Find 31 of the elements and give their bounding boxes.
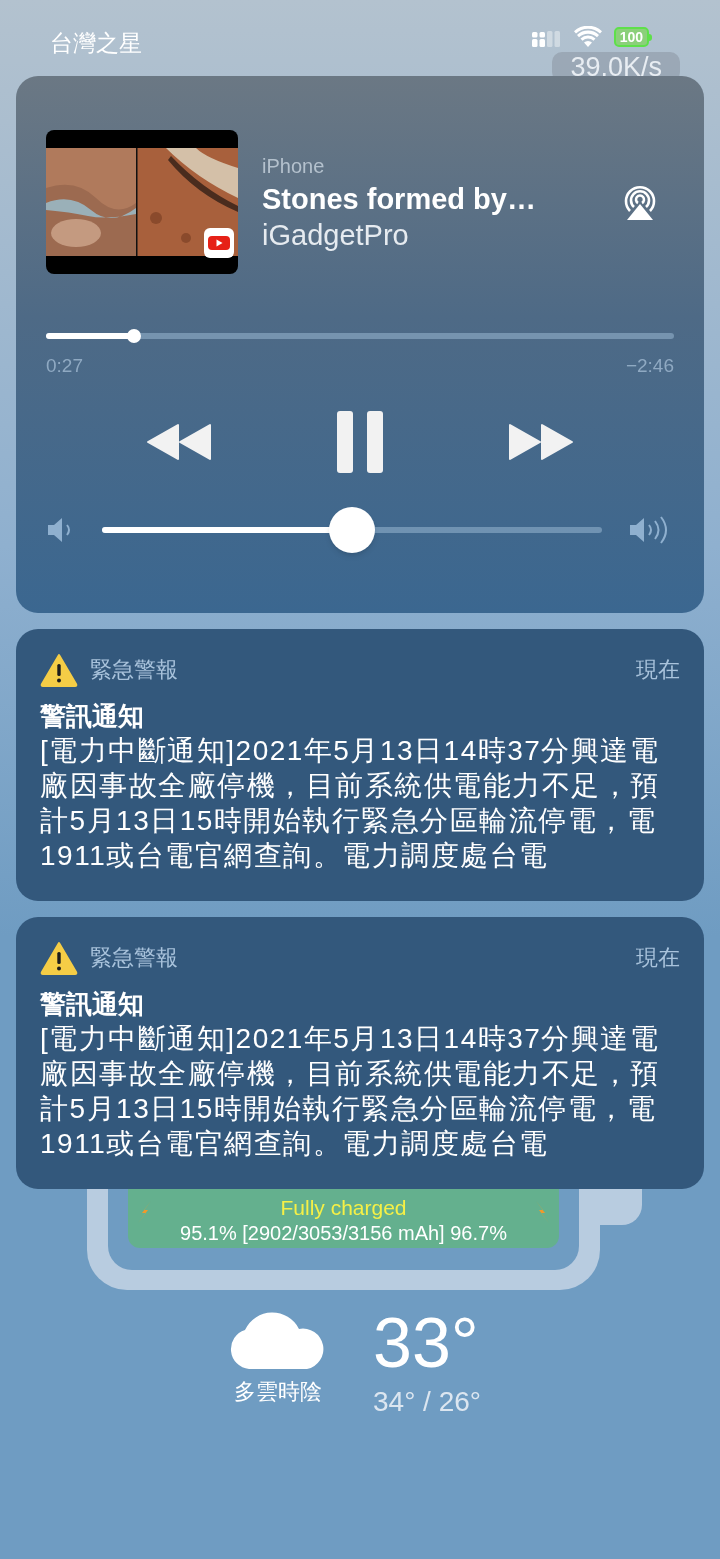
- rewind-icon[interactable]: [146, 422, 212, 461]
- notification-body: [電力中斷通知]2021年5月13日14時37分興達電 廠因事故全廠停機，目前系統供電能力不足，預 計5月13日15時開始執行緊急分區輪流停電，電 1911或台電官網查詢。電力調度處台電: [40, 733, 661, 873]
- notification-title: 警訊通知: [40, 699, 145, 733]
- app-name: 緊急警報: [90, 656, 178, 684]
- progress-thumb[interactable]: [126, 329, 141, 343]
- source-label: iPhone: [262, 154, 326, 179]
- track-title: Stones formed by…: [262, 182, 537, 217]
- app-name: 緊急警報: [90, 944, 178, 972]
- track-artist: iGadgetPro: [262, 218, 410, 253]
- volume-thumb[interactable]: [329, 506, 375, 553]
- elapsed-time: 0:27: [46, 354, 83, 378]
- temperature-range: 34° / 26°: [373, 1384, 481, 1419]
- remaining-time: −2:46: [625, 354, 674, 378]
- notification-body: [電力中斷通知]2021年5月13日14時37分興達電 廠因事故全廠停機，目前系統供電能力不足，預 計5月13日15時開始執行緊急分區輪流停電，電 1911或台電官網查詢。電力調度處台電: [40, 1021, 661, 1161]
- alert-notification[interactable]: 緊急警報 現在 警訊通知 [電力中斷通知]2021年5月13日14時37分興達電 廠因事故全廠停機，目前系統供電能力不足，預 計5月13日15時開始執行緊急分區輪流停電，電 1911或台電官網查詢。電力調度處台電: [16, 628, 704, 901]
- notification-time: 現在: [636, 944, 680, 972]
- notification-title: 警訊通知: [40, 987, 145, 1021]
- alert-notification[interactable]: 緊急警報 現在 警訊通知 [電力中斷通知]2021年5月13日14時37分興達電 廠因事故全廠停機，目前系統供電能力不足，預 計5月13日15時開始執行緊急分區輪流停電，電 1911或台電官網查詢。電力調度處台電: [16, 916, 704, 1189]
- wifi-icon: [573, 26, 602, 48]
- battery-details: 95.1% [2902/3053/3156 mAh] 96.7%: [180, 1220, 507, 1246]
- warning-icon: [40, 652, 78, 687]
- charge-status: Fully charged: [280, 1195, 407, 1220]
- fast-forward-icon[interactable]: [508, 422, 574, 461]
- notification-time: 現在: [636, 656, 680, 684]
- warning-icon: [40, 940, 78, 975]
- carrier-name: 台灣之星: [50, 29, 142, 58]
- battery-indicator: 100: [613, 27, 652, 47]
- youtube-badge-icon: [204, 228, 234, 258]
- weather-condition: 多雲時陰: [234, 1377, 322, 1406]
- pause-icon[interactable]: [337, 410, 383, 473]
- temperature: 33°: [373, 1304, 479, 1381]
